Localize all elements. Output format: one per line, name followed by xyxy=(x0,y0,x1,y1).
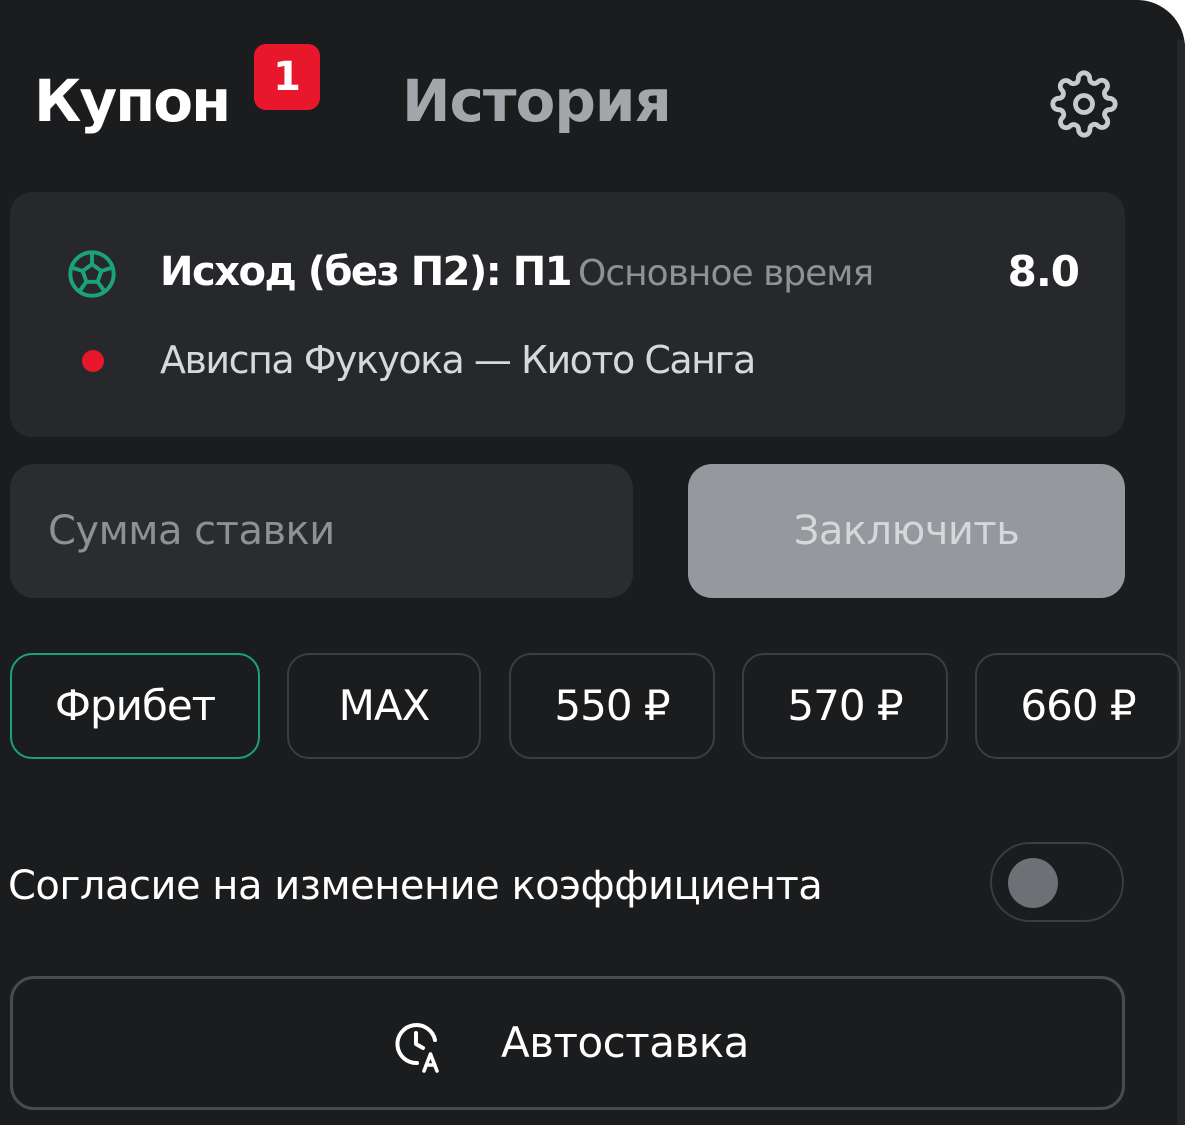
bet-period: Основное время xyxy=(578,253,874,294)
bet-event: Ависпа Фукуока — Киото Санга xyxy=(160,338,756,382)
bet-market: Исход (без П2): П1 xyxy=(160,249,573,295)
autobet-button[interactable]: Автоставка xyxy=(10,976,1125,1110)
quick-amount-freebet[interactable]: Фрибет xyxy=(10,653,260,759)
bet-card[interactable]: Исход (без П2): П1 Основное время 8.0 Ав… xyxy=(10,192,1125,437)
gear-icon[interactable] xyxy=(1050,70,1118,138)
odds-change-toggle[interactable] xyxy=(990,842,1124,922)
bet-odds: 8.0 xyxy=(1007,247,1080,296)
tab-history[interactable]: История xyxy=(402,66,672,136)
odds-change-consent-label: Согласие на изменение коэффициента xyxy=(8,863,823,909)
quick-amount-550[interactable]: 550 ₽ xyxy=(509,653,715,759)
clock-auto-icon xyxy=(395,1023,439,1073)
panel-edge xyxy=(1177,40,1185,1125)
tab-coupon[interactable]: Купон xyxy=(34,66,231,136)
quick-amount-max[interactable]: MAX xyxy=(287,653,481,759)
autobet-label: Автоставка xyxy=(501,1018,749,1067)
live-indicator-dot xyxy=(82,350,104,372)
toggle-knob xyxy=(1008,858,1058,908)
quick-amount-660[interactable]: 660 ₽ xyxy=(975,653,1181,759)
coupon-panel: Купон 1 История Исход (без П2): П1 Основ… xyxy=(0,0,1185,1125)
soccer-ball-icon xyxy=(68,250,116,298)
coupon-count-badge: 1 xyxy=(254,44,320,110)
stake-amount-input[interactable] xyxy=(10,464,633,598)
quick-amount-570[interactable]: 570 ₽ xyxy=(742,653,948,759)
place-bet-button[interactable]: Заключить xyxy=(688,464,1125,598)
